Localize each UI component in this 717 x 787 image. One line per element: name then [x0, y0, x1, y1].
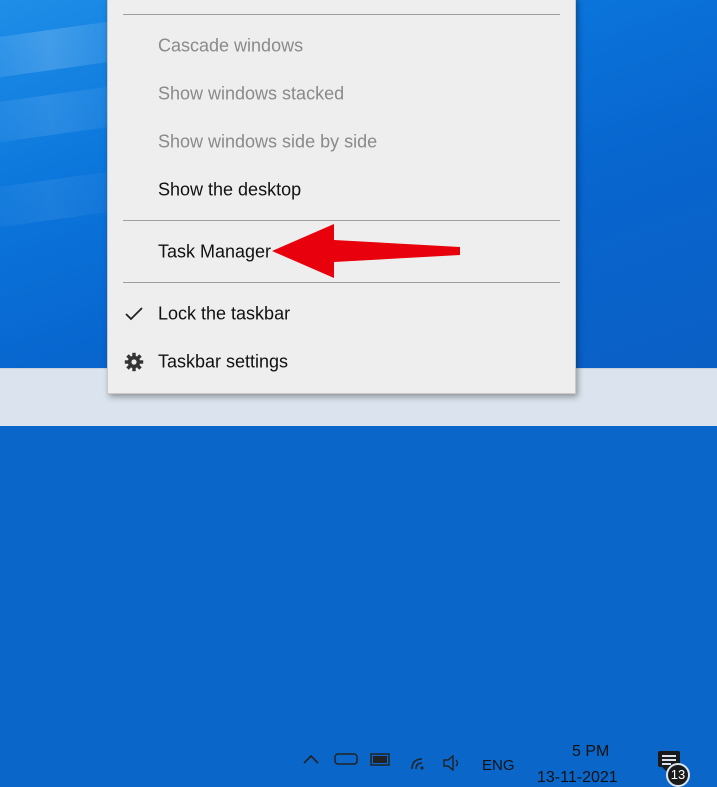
- menu-item-show-windows-stacked[interactable]: Show windows stacked: [108, 74, 575, 114]
- menu-item-label: Cascade windows: [158, 35, 304, 56]
- clock-time[interactable]: 5 PM: [572, 743, 609, 761]
- menu-item-label: Lock the taskbar: [158, 303, 291, 324]
- menu-item-label: Show windows stacked: [158, 83, 345, 104]
- menu-item-label: Taskbar settings: [158, 351, 289, 372]
- red-arrow-annotation: [272, 224, 460, 278]
- menu-separator: [123, 14, 560, 15]
- menu-item-lock-the-taskbar[interactable]: Lock the taskbar: [108, 294, 575, 334]
- menu-item-show-windows-side-by-side[interactable]: Show windows side by side: [108, 122, 575, 162]
- wifi-icon[interactable]: [410, 755, 432, 774]
- menu-item-label: Task Manager: [158, 241, 272, 262]
- menu-item-label: Show windows side by side: [158, 131, 378, 152]
- menu-item-taskbar-settings[interactable]: Taskbar settings: [108, 342, 575, 382]
- menu-item-cascade-windows[interactable]: Cascade windows: [108, 26, 575, 66]
- language-indicator[interactable]: ENG: [482, 757, 515, 774]
- menu-item-show-the-desktop[interactable]: Show the desktop: [108, 170, 575, 210]
- notification-count-badge: 13: [666, 763, 690, 787]
- battery-icon[interactable]: [370, 753, 392, 770]
- action-center-button[interactable]: 13: [656, 749, 690, 787]
- menu-item-label: Show the desktop: [158, 179, 302, 200]
- chevron-up-icon[interactable]: [303, 753, 319, 767]
- clock-date[interactable]: 13-11-2021: [537, 769, 618, 787]
- speaker-icon[interactable]: [442, 754, 464, 774]
- menu-separator: [123, 220, 560, 221]
- gear-icon: [122, 350, 146, 374]
- checkmark-icon: [122, 302, 146, 326]
- onedrive-icon[interactable]: [334, 753, 358, 768]
- menu-separator: [123, 282, 560, 283]
- taskbar-context-menu: Cascade windows Show windows stacked Sho…: [107, 0, 576, 394]
